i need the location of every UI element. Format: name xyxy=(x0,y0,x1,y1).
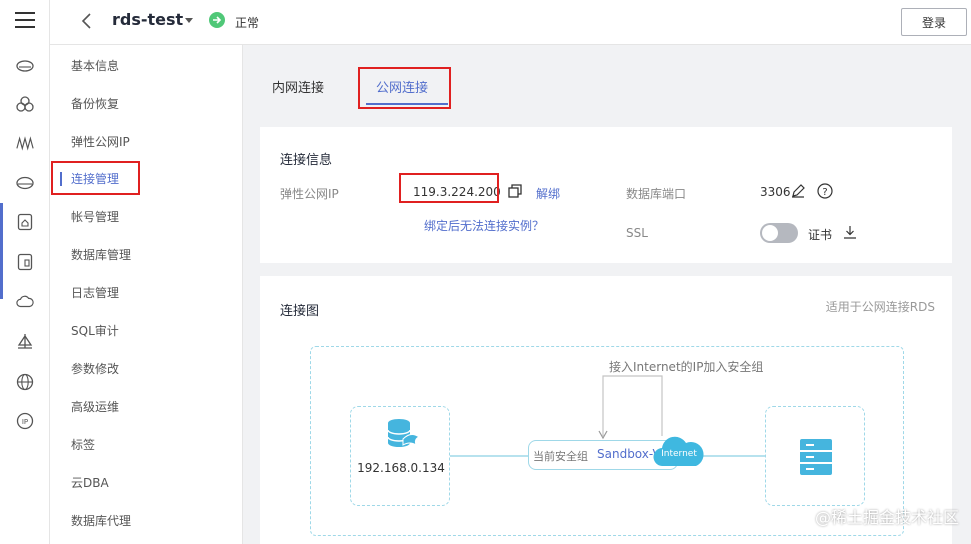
status-text: 正常 xyxy=(235,16,260,30)
subnav-item-eip[interactable]: 弹性公网IP xyxy=(71,133,130,151)
icon-rail: IP xyxy=(0,0,50,544)
subnav-item-backup[interactable]: 备份恢复 xyxy=(71,95,119,113)
edit-icon[interactable] xyxy=(791,184,805,198)
copy-icon[interactable] xyxy=(508,184,522,198)
internet-label: Internet xyxy=(661,449,697,459)
menu-icon[interactable] xyxy=(15,12,35,30)
subnav-item-advanced-ops[interactable]: 高级运维 xyxy=(71,398,119,416)
boat-icon[interactable] xyxy=(16,333,34,351)
house-icon[interactable] xyxy=(16,213,34,231)
download-icon[interactable] xyxy=(843,225,857,239)
server-icon xyxy=(798,437,834,477)
instance-title: rds-test xyxy=(112,10,184,29)
back-icon[interactable] xyxy=(80,12,94,30)
subnav-item-sql-audit[interactable]: SQL审计 xyxy=(71,322,119,340)
subnav-item-db-proxy[interactable]: 数据库代理 xyxy=(71,512,131,530)
doc-icon[interactable] xyxy=(16,253,34,271)
disk-icon[interactable] xyxy=(16,174,34,192)
subnav-item-accounts[interactable]: 帐号管理 xyxy=(71,208,119,226)
tab-private-connection[interactable]: 内网连接 xyxy=(272,77,324,96)
connection-info-card: 连接信息 弹性公网IP 119.3.224.200 解绑 绑定后无法连接实例？ … xyxy=(260,127,952,263)
cannot-connect-help-link[interactable]: 绑定后无法连接实例？ xyxy=(424,217,544,234)
connection-info-title: 连接信息 xyxy=(280,153,333,168)
highlight-box-public-tab xyxy=(358,67,451,109)
login-button[interactable]: 登录 xyxy=(901,8,967,36)
connection-tabs: 内网连接 公网连接 xyxy=(243,45,971,117)
subnav-item-params[interactable]: 参数修改 xyxy=(71,360,119,378)
highlight-box-connection xyxy=(51,161,140,195)
sub-navigation: 基本信息 备份恢复 弹性公网IP 连接管理 帐号管理 数据库管理 日志管理 SQ… xyxy=(50,45,243,544)
svg-text:?: ? xyxy=(822,187,827,198)
security-group-name[interactable]: Sandbox-V xyxy=(597,447,661,461)
svg-text:IP: IP xyxy=(22,418,28,426)
ip-icon[interactable]: IP xyxy=(16,412,34,430)
subnav-item-tags[interactable]: 标签 xyxy=(71,436,95,454)
globe-icon[interactable] xyxy=(16,373,34,391)
database-icon xyxy=(385,417,421,451)
waveform-icon[interactable] xyxy=(16,134,34,152)
subnav-item-logs[interactable]: 日志管理 xyxy=(71,284,119,302)
subnav-item-databases[interactable]: 数据库管理 xyxy=(71,246,131,264)
chevron-down-icon[interactable] xyxy=(185,18,193,23)
ssl-label: SSL xyxy=(626,226,648,240)
subnav-item-basic-info[interactable]: 基本信息 xyxy=(71,57,119,75)
rds-node xyxy=(765,406,865,506)
main-content: 内网连接 公网连接 连接信息 弹性公网IP 119.3.224.200 解绑 绑… xyxy=(243,45,971,544)
cloud-host-icon[interactable] xyxy=(16,56,34,74)
unbind-link[interactable]: 解绑 xyxy=(536,185,560,202)
cloud-icon[interactable] xyxy=(16,293,34,311)
rail-active-indicator xyxy=(0,203,3,299)
cluster-icon[interactable] xyxy=(16,95,34,113)
internet-cloud-icon: Internet xyxy=(653,434,705,470)
port-value: 3306 xyxy=(760,185,791,199)
loop-label: 接入Internet的IP加入安全组 xyxy=(609,360,764,374)
client-node: 192.168.0.134 xyxy=(350,406,450,506)
subnav-item-cloud-dba[interactable]: 云DBA xyxy=(71,474,109,492)
port-label: 数据库端口 xyxy=(626,187,687,201)
highlight-box-eip xyxy=(399,173,499,203)
certificate-label: 证书 xyxy=(808,228,833,242)
security-group-label: 当前安全组 xyxy=(533,450,588,463)
client-ip: 192.168.0.134 xyxy=(357,461,445,475)
ssl-toggle[interactable] xyxy=(760,223,798,243)
eip-label: 弹性公网IP xyxy=(280,187,339,201)
watermark: @稀土掘金技术社区 xyxy=(814,508,959,527)
page-header: rds-test 正常 登录 xyxy=(50,0,971,45)
help-icon[interactable]: ? xyxy=(817,183,833,199)
status-ok-icon xyxy=(209,12,225,28)
